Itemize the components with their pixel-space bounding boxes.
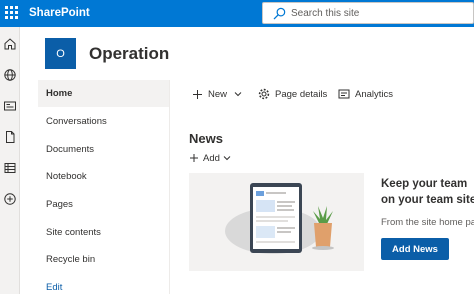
suite-bar: SharePoint Search this site <box>0 0 474 27</box>
site-logo-letter: O <box>56 47 65 60</box>
nav-edit-label: Edit <box>46 282 63 293</box>
news-empty-heading-line2: on your team site <box>381 194 474 206</box>
add-icon <box>193 89 202 99</box>
nav-divider <box>169 80 170 294</box>
add-news-button[interactable]: Add News <box>381 238 449 260</box>
news-section-title: News <box>189 131 223 146</box>
news-placeholder-card <box>189 173 364 271</box>
gear-icon <box>258 88 270 100</box>
home-icon[interactable] <box>3 37 17 51</box>
page-details-label: Page details <box>275 88 328 100</box>
page-details-button[interactable]: Page details <box>258 86 327 102</box>
nav-item-site-contents[interactable]: Site contents <box>38 219 169 246</box>
nav-edit-link[interactable]: Edit <box>38 274 169 294</box>
new-button-label: New <box>208 88 228 100</box>
nav-item-label: Conversations <box>46 116 107 127</box>
nav-item-label: Documents <box>46 144 95 155</box>
brand-name[interactable]: SharePoint <box>29 7 90 19</box>
site-title[interactable]: Operation <box>89 44 169 64</box>
search-box[interactable]: Search this site <box>262 2 474 24</box>
news-empty-heading: Keep your team on your team site <box>381 176 474 208</box>
chevron-down-icon <box>223 156 231 161</box>
nav-item-pages[interactable]: Pages <box>38 191 169 218</box>
news-icon[interactable] <box>3 99 17 113</box>
nav-item-conversations[interactable]: Conversations <box>38 108 169 135</box>
app-bar <box>0 27 20 294</box>
nav-item-documents[interactable]: Documents <box>38 136 169 163</box>
app-launcher-icon[interactable] <box>4 5 20 21</box>
chevron-down-icon <box>234 92 242 97</box>
nav-item-recycle-bin[interactable]: Recycle bin <box>38 246 169 273</box>
add-icon <box>190 154 198 162</box>
news-illustration <box>225 183 334 254</box>
nav-item-label: Recycle bin <box>46 254 96 265</box>
site-logo[interactable]: O <box>45 38 76 69</box>
nav-item-label: Home <box>46 88 73 99</box>
analytics-label: Analytics <box>355 88 394 100</box>
globe-icon[interactable] <box>3 68 17 82</box>
news-empty-heading-line1: Keep your team <box>381 178 468 190</box>
new-button[interactable]: New <box>192 86 242 102</box>
nav-item-label: Pages <box>46 199 73 210</box>
add-news-label: Add <box>203 152 220 164</box>
search-placeholder: Search this site <box>291 8 360 19</box>
nav-item-notebook[interactable]: Notebook <box>38 163 169 190</box>
news-empty-body: From the site home page <box>381 217 474 228</box>
add-circle-icon[interactable] <box>3 192 17 206</box>
nav-item-home[interactable]: Home <box>38 80 169 107</box>
search-icon <box>273 7 286 20</box>
list-icon[interactable] <box>3 161 17 175</box>
nav-item-label: Site contents <box>46 227 101 238</box>
analytics-button[interactable]: Analytics <box>338 86 393 102</box>
add-news-menu[interactable]: Add <box>189 152 231 164</box>
nav-item-label: Notebook <box>46 171 87 182</box>
left-nav: Home Conversations Documents Notebook Pa… <box>38 80 169 294</box>
analytics-icon <box>338 89 350 99</box>
file-icon[interactable] <box>3 130 17 144</box>
